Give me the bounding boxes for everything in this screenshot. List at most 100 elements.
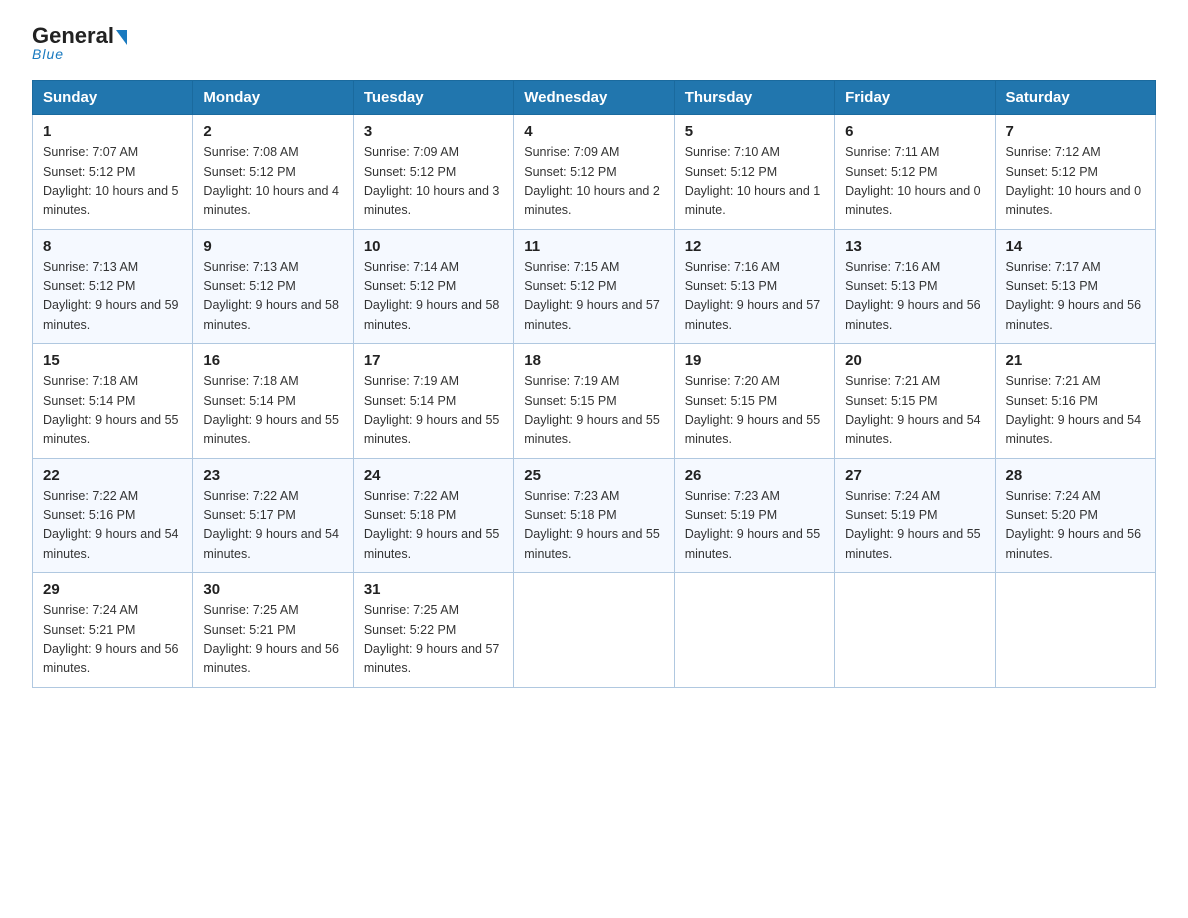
day-number: 1 xyxy=(43,123,182,140)
day-info: Sunrise: 7:21 AMSunset: 5:15 PMDaylight:… xyxy=(845,372,984,450)
day-number: 14 xyxy=(1006,238,1145,255)
day-cell xyxy=(674,573,834,688)
day-cell: 15 Sunrise: 7:18 AMSunset: 5:14 PMDayligh… xyxy=(33,344,193,459)
day-info: Sunrise: 7:19 AMSunset: 5:15 PMDaylight:… xyxy=(524,372,663,450)
day-cell: 29 Sunrise: 7:24 AMSunset: 5:21 PMDayligh… xyxy=(33,573,193,688)
day-cell: 25 Sunrise: 7:23 AMSunset: 5:18 PMDayligh… xyxy=(514,458,674,573)
day-cell: 26 Sunrise: 7:23 AMSunset: 5:19 PMDayligh… xyxy=(674,458,834,573)
day-cell: 1 Sunrise: 7:07 AMSunset: 5:12 PMDaylight… xyxy=(33,115,193,230)
day-cell xyxy=(995,573,1155,688)
day-number: 10 xyxy=(364,238,503,255)
day-number: 28 xyxy=(1006,467,1145,484)
day-info: Sunrise: 7:22 AMSunset: 5:18 PMDaylight:… xyxy=(364,487,503,565)
day-info: Sunrise: 7:24 AMSunset: 5:20 PMDaylight:… xyxy=(1006,487,1145,565)
day-number: 11 xyxy=(524,238,663,255)
day-cell: 3Sunrise: 7:09 AMSunset: 5:12 PMDaylight… xyxy=(353,115,513,230)
day-info: Sunrise: 7:11 AMSunset: 5:12 PMDaylight:… xyxy=(845,143,984,221)
day-info: Sunrise: 7:25 AMSunset: 5:21 PMDaylight:… xyxy=(203,601,342,679)
day-info: Sunrise: 7:15 AMSunset: 5:12 PMDaylight:… xyxy=(524,258,663,336)
day-info: Sunrise: 7:14 AMSunset: 5:12 PMDaylight:… xyxy=(364,258,503,336)
day-number: 15 xyxy=(43,352,182,369)
logo: General Blue xyxy=(32,24,127,62)
day-info: Sunrise: 7:22 AMSunset: 5:17 PMDaylight:… xyxy=(203,487,342,565)
header-saturday: Saturday xyxy=(995,81,1155,115)
day-number: 20 xyxy=(845,352,984,369)
day-cell: 23 Sunrise: 7:22 AMSunset: 5:17 PMDayligh… xyxy=(193,458,353,573)
day-info: Sunrise: 7:17 AMSunset: 5:13 PMDaylight:… xyxy=(1006,258,1145,336)
day-cell: 7 Sunrise: 7:12 AMSunset: 5:12 PMDaylight… xyxy=(995,115,1155,230)
day-number: 13 xyxy=(845,238,984,255)
day-cell: 27 Sunrise: 7:24 AMSunset: 5:19 PMDayligh… xyxy=(835,458,995,573)
day-number: 5 xyxy=(685,123,824,140)
day-info: Sunrise: 7:16 AMSunset: 5:13 PMDaylight:… xyxy=(685,258,824,336)
day-info: Sunrise: 7:24 AMSunset: 5:21 PMDaylight:… xyxy=(43,601,182,679)
day-cell: 13 Sunrise: 7:16 AMSunset: 5:13 PMDayligh… xyxy=(835,229,995,344)
day-cell: 24 Sunrise: 7:22 AMSunset: 5:18 PMDayligh… xyxy=(353,458,513,573)
day-info: Sunrise: 7:18 AMSunset: 5:14 PMDaylight:… xyxy=(43,372,182,450)
day-number: 27 xyxy=(845,467,984,484)
day-cell: 28 Sunrise: 7:24 AMSunset: 5:20 PMDayligh… xyxy=(995,458,1155,573)
logo-name: General xyxy=(32,24,127,48)
day-info: Sunrise: 7:09 AMSunset: 5:12 PMDaylight:… xyxy=(524,143,663,221)
day-number: 26 xyxy=(685,467,824,484)
day-cell: 8 Sunrise: 7:13 AMSunset: 5:12 PMDaylight… xyxy=(33,229,193,344)
day-cell: 14 Sunrise: 7:17 AMSunset: 5:13 PMDayligh… xyxy=(995,229,1155,344)
day-cell: 12 Sunrise: 7:16 AMSunset: 5:13 PMDayligh… xyxy=(674,229,834,344)
logo-blue: Blue xyxy=(32,46,64,62)
day-cell: 19Sunrise: 7:20 AMSunset: 5:15 PMDayligh… xyxy=(674,344,834,459)
day-cell: 10 Sunrise: 7:14 AMSunset: 5:12 PMDayligh… xyxy=(353,229,513,344)
day-number: 4 xyxy=(524,123,663,140)
day-info: Sunrise: 7:08 AMSunset: 5:12 PMDaylight:… xyxy=(203,143,342,221)
day-number: 19 xyxy=(685,352,824,369)
day-cell: 20 Sunrise: 7:21 AMSunset: 5:15 PMDayligh… xyxy=(835,344,995,459)
day-number: 24 xyxy=(364,467,503,484)
day-cell: 22 Sunrise: 7:22 AMSunset: 5:16 PMDayligh… xyxy=(33,458,193,573)
day-number: 22 xyxy=(43,467,182,484)
day-cell: 16Sunrise: 7:18 AMSunset: 5:14 PMDayligh… xyxy=(193,344,353,459)
day-info: Sunrise: 7:23 AMSunset: 5:19 PMDaylight:… xyxy=(685,487,824,565)
day-cell: 17Sunrise: 7:19 AMSunset: 5:14 PMDayligh… xyxy=(353,344,513,459)
day-info: Sunrise: 7:25 AMSunset: 5:22 PMDaylight:… xyxy=(364,601,503,679)
header-friday: Friday xyxy=(835,81,995,115)
day-info: Sunrise: 7:19 AMSunset: 5:14 PMDaylight:… xyxy=(364,372,503,450)
day-number: 9 xyxy=(203,238,342,255)
day-cell: 21 Sunrise: 7:21 AMSunset: 5:16 PMDayligh… xyxy=(995,344,1155,459)
day-number: 8 xyxy=(43,238,182,255)
header-sunday: Sunday xyxy=(33,81,193,115)
day-cell: 18 Sunrise: 7:19 AMSunset: 5:15 PMDayligh… xyxy=(514,344,674,459)
day-cell: 2Sunrise: 7:08 AMSunset: 5:12 PMDaylight… xyxy=(193,115,353,230)
day-info: Sunrise: 7:09 AMSunset: 5:12 PMDaylight:… xyxy=(364,143,503,221)
header-tuesday: Tuesday xyxy=(353,81,513,115)
day-cell xyxy=(835,573,995,688)
day-cell: 4 Sunrise: 7:09 AMSunset: 5:12 PMDaylight… xyxy=(514,115,674,230)
day-number: 12 xyxy=(685,238,824,255)
day-info: Sunrise: 7:13 AMSunset: 5:12 PMDaylight:… xyxy=(203,258,342,336)
day-number: 29 xyxy=(43,581,182,598)
day-cell xyxy=(514,573,674,688)
day-info: Sunrise: 7:16 AMSunset: 5:13 PMDaylight:… xyxy=(845,258,984,336)
day-info: Sunrise: 7:23 AMSunset: 5:18 PMDaylight:… xyxy=(524,487,663,565)
calendar-table: SundayMondayTuesdayWednesdayThursdayFrid… xyxy=(32,80,1156,688)
week-row-4: 22 Sunrise: 7:22 AMSunset: 5:16 PMDayligh… xyxy=(33,458,1156,573)
day-info: Sunrise: 7:12 AMSunset: 5:12 PMDaylight:… xyxy=(1006,143,1145,221)
day-number: 21 xyxy=(1006,352,1145,369)
day-number: 7 xyxy=(1006,123,1145,140)
header-wednesday: Wednesday xyxy=(514,81,674,115)
day-number: 18 xyxy=(524,352,663,369)
day-cell: 9 Sunrise: 7:13 AMSunset: 5:12 PMDaylight… xyxy=(193,229,353,344)
day-info: Sunrise: 7:24 AMSunset: 5:19 PMDaylight:… xyxy=(845,487,984,565)
day-number: 30 xyxy=(203,581,342,598)
day-cell: 6Sunrise: 7:11 AMSunset: 5:12 PMDaylight… xyxy=(835,115,995,230)
week-row-5: 29 Sunrise: 7:24 AMSunset: 5:21 PMDayligh… xyxy=(33,573,1156,688)
calendar-header-row: SundayMondayTuesdayWednesdayThursdayFrid… xyxy=(33,81,1156,115)
day-info: Sunrise: 7:13 AMSunset: 5:12 PMDaylight:… xyxy=(43,258,182,336)
day-number: 23 xyxy=(203,467,342,484)
day-cell: 31Sunrise: 7:25 AMSunset: 5:22 PMDayligh… xyxy=(353,573,513,688)
day-number: 25 xyxy=(524,467,663,484)
day-info: Sunrise: 7:22 AMSunset: 5:16 PMDaylight:… xyxy=(43,487,182,565)
day-info: Sunrise: 7:07 AMSunset: 5:12 PMDaylight:… xyxy=(43,143,182,221)
day-info: Sunrise: 7:18 AMSunset: 5:14 PMDaylight:… xyxy=(203,372,342,450)
day-info: Sunrise: 7:21 AMSunset: 5:16 PMDaylight:… xyxy=(1006,372,1145,450)
day-cell: 30 Sunrise: 7:25 AMSunset: 5:21 PMDayligh… xyxy=(193,573,353,688)
week-row-2: 8 Sunrise: 7:13 AMSunset: 5:12 PMDaylight… xyxy=(33,229,1156,344)
